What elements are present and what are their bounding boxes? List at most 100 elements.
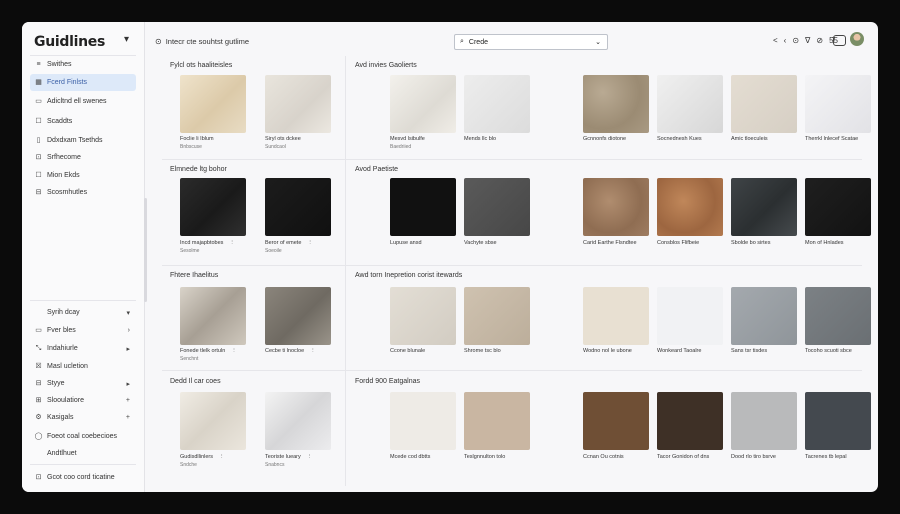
swatch-brown-stucco[interactable]	[583, 178, 649, 236]
swatch-white-stucco[interactable]	[464, 75, 530, 133]
chevron-right-icon: ›	[127, 327, 130, 334]
column-divider	[345, 56, 346, 486]
swatch-caption: Mends llc blo	[464, 136, 497, 142]
clock-icon[interactable]: ⊘	[816, 36, 823, 45]
swatch-walnut[interactable]	[583, 392, 649, 450]
sidebar-item[interactable]: ⊟ Styye ▸	[30, 375, 136, 392]
swatch-pebble[interactable]	[583, 75, 649, 133]
sidebar-scrollbar[interactable]	[144, 198, 147, 302]
search-input[interactable]: ⌕ Crede ⌄	[454, 34, 608, 50]
brand: ⊙ Intecr cte souhtst gutlime	[155, 37, 250, 46]
sidebar-item[interactable]: ⊡ Srfhecome	[30, 149, 136, 166]
divider	[30, 300, 136, 301]
filter-icon[interactable]: ∇	[805, 36, 810, 45]
swatch-silver-gray[interactable]	[731, 287, 797, 345]
swatch-black[interactable]	[265, 178, 331, 236]
frame-icon: ⊡	[35, 474, 42, 481]
swatch-crumpled-stone[interactable]	[180, 287, 246, 345]
sidebar-item[interactable]: ⊞ Slooulatiore +	[30, 392, 136, 409]
plus-icon: +	[125, 397, 130, 404]
swatch-light-stone[interactable]	[265, 75, 331, 133]
swatch-caption: Tocoho scuoti sbce	[805, 348, 852, 354]
row-divider	[162, 370, 862, 371]
more-icon[interactable]: ⋮	[219, 454, 225, 460]
swatch-dark-slate[interactable]	[731, 178, 797, 236]
swatch-white-plaster[interactable]	[390, 75, 456, 133]
caret-right-icon: ▸	[126, 345, 130, 353]
swatch-steel-gray[interactable]	[805, 287, 871, 345]
section-title: Avod Paetiste	[355, 166, 399, 173]
swatch-white-marble[interactable]	[657, 75, 723, 133]
swatch-caption: Sans tsr tisdes	[731, 348, 768, 354]
sidebar-item[interactable]: ☐ Scaddts	[30, 113, 136, 130]
swatch-caption: Teoriste lueary ⋮ Snabncs	[265, 454, 313, 468]
swatch-ivory[interactable]	[583, 287, 649, 345]
prev-icon[interactable]: ‹	[784, 36, 787, 45]
sidebar-item[interactable]: ⚙ Kasigals +	[30, 409, 136, 426]
target-icon[interactable]: ⊙	[792, 36, 799, 45]
panel-icon: ▭	[35, 98, 42, 105]
swatch-beige-stone[interactable]	[180, 75, 246, 133]
more-icon[interactable]: ⋮	[307, 240, 313, 246]
sidebar-item[interactable]: ▭ Fver bles ›	[30, 322, 136, 339]
sidebar-item[interactable]: ≡ Swithes	[30, 56, 136, 73]
sidebar-item[interactable]: ⤡ Indahiurle ▸	[30, 340, 136, 357]
sidebar-item[interactable]: ⊟ Scosmhutles	[30, 184, 136, 201]
swatch-carrara-marble[interactable]	[265, 392, 331, 450]
expand-icon: ⤡	[35, 345, 42, 352]
swatch-off-white[interactable]	[390, 392, 456, 450]
swatch-caption: Wonkeard Taoalre	[657, 348, 702, 354]
divider	[30, 464, 136, 465]
swatch-black-textured[interactable]	[805, 178, 871, 236]
swatch-caption: Foclie li Iblum Bnbscuse	[180, 136, 214, 150]
swatch-caption: Sbolde bo sirtes	[731, 240, 771, 246]
swatch-terracotta[interactable]	[657, 178, 723, 236]
avatar[interactable]	[850, 32, 864, 46]
swatch-taupe[interactable]	[464, 392, 530, 450]
swatch-cream[interactable]	[731, 75, 797, 133]
swatch-caption: Incd majapbtobes ⋮ Sesolme	[180, 240, 235, 254]
section-title: Awd torn Inepretion corist itewards	[355, 272, 463, 279]
swatch-dark-brown[interactable]	[657, 392, 723, 450]
sidebar-item[interactable]: ☐ Mion Ekds	[30, 167, 136, 184]
swatch-concrete-light[interactable]	[390, 287, 456, 345]
swatch-jet-black[interactable]	[390, 178, 456, 236]
swatch-veined-marble[interactable]	[180, 392, 246, 450]
doc-icon: ▯	[36, 137, 41, 144]
box-icon: ☐	[35, 118, 42, 125]
search-icon: ⌕	[460, 38, 464, 45]
swatch-caption: Carid Earthe Flsndtee	[583, 240, 637, 246]
swatch-snow[interactable]	[657, 287, 723, 345]
chevron-down-icon[interactable]: ▾	[124, 34, 129, 45]
back-icon[interactable]: <	[773, 36, 778, 45]
sidebar-item[interactable]: ☒ Masl ucletion	[30, 358, 136, 375]
sidebar-item[interactable]: ▯ Ddxdxam Tsethds	[30, 132, 136, 149]
swatch-white[interactable]	[805, 75, 871, 133]
swatch-caption: Tacrenes tb lepal	[805, 454, 847, 460]
sidebar-item[interactable]: Andtlhuet	[30, 445, 136, 462]
swatch-caption: Vachyte sbse	[464, 240, 497, 246]
grid-icon: ▦	[35, 79, 42, 86]
swatch-sand[interactable]	[464, 287, 530, 345]
swatch-charcoal[interactable]	[464, 178, 530, 236]
more-icon[interactable]: ⋮	[229, 240, 235, 246]
swatch-graphite[interactable]	[805, 392, 871, 450]
swatch-gray-stone[interactable]	[265, 287, 331, 345]
swatch-caption: Therrkl lnlecef Scatae	[805, 136, 859, 142]
swatch-black-slate[interactable]	[180, 178, 246, 236]
sidebar-item[interactable]: ⊡ Gcot coo cord ticatine	[30, 469, 136, 486]
more-icon[interactable]: ⋮	[310, 348, 316, 354]
row-divider	[162, 265, 862, 266]
swatch-light-gray[interactable]	[731, 392, 797, 450]
sidebar-item[interactable]: ▭ Adicltnd ell swenes	[30, 93, 136, 110]
sidebar-item[interactable]: Syrih dcay ▾	[30, 304, 136, 321]
more-icon[interactable]: ⋮	[307, 454, 313, 460]
more-icon[interactable]: ⋮	[231, 348, 237, 354]
sidebar-item[interactable]: ◯ Foeot coal coebecioes	[30, 428, 136, 445]
chat-icon[interactable]	[833, 35, 846, 46]
sidebar-item-active[interactable]: ▦ Fcerd Finlsts	[30, 74, 136, 91]
swatch-caption: Consblos Flifbeie	[657, 240, 700, 246]
app-window: Guidlines ▾ ≡ Swithes ▦ Fcerd Finlsts ▭ Adi…	[22, 22, 878, 492]
box-icon: ☐	[35, 172, 42, 179]
swatch-caption: Shrome tsc blo	[464, 348, 501, 354]
